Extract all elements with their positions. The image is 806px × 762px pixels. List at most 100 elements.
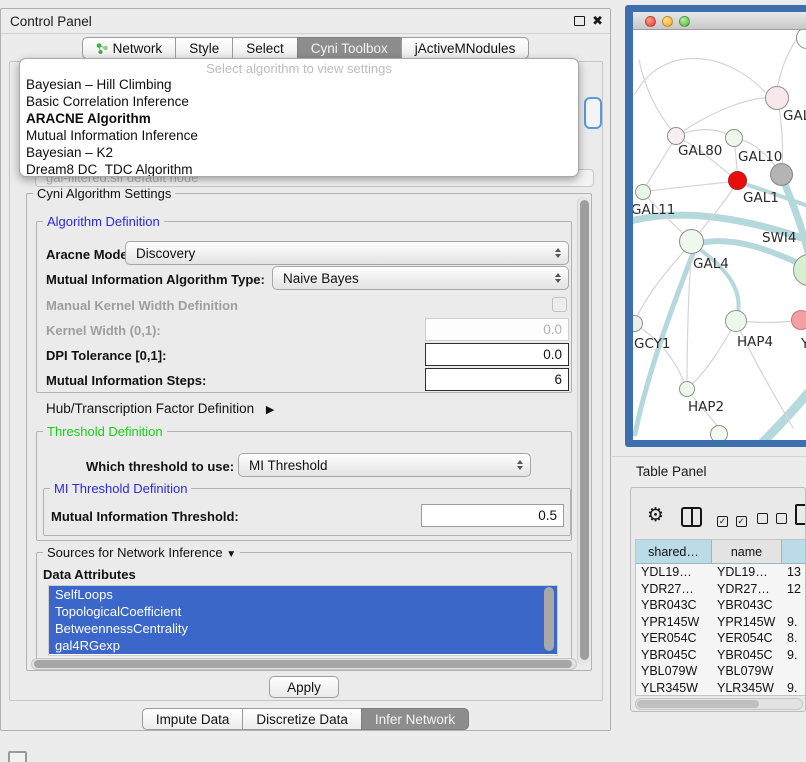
attribute-item-selected[interactable]: SelfLoops	[49, 586, 557, 603]
column-header-name[interactable]: name	[712, 540, 782, 564]
zoom-traffic-light[interactable]	[679, 16, 690, 27]
network-window-titlebar[interactable]	[633, 12, 806, 30]
node-hap4[interactable]	[725, 310, 747, 332]
cell: YDL19…	[712, 565, 782, 579]
node-gal1-selected[interactable]	[728, 171, 747, 190]
mi-steps-field[interactable]: 6	[425, 368, 569, 391]
table-row[interactable]: YBR045C YBR045C 9.	[636, 647, 806, 664]
tab-select[interactable]: Select	[232, 37, 298, 59]
close-icon[interactable]: ✖	[592, 13, 603, 29]
aracne-mode-select[interactable]: Discovery	[125, 241, 569, 265]
group-title: Threshold Definition	[43, 424, 167, 439]
node-gal4[interactable]	[679, 229, 704, 254]
sources-group-title[interactable]: Sources for Network Inference ▼	[43, 545, 240, 560]
unchecked-box-icon	[776, 513, 787, 524]
hub-definition-toggle[interactable]: Hub/Transcription Factor Definition ▶	[46, 401, 274, 416]
control-panel-window: Control Panel ✖ Network Style Select	[0, 8, 611, 731]
scrollbar-thumb[interactable]	[34, 660, 572, 668]
collapsed-arrow-icon: ▶	[266, 404, 274, 416]
checked-box-icon: ✓	[717, 516, 728, 527]
close-traffic-light[interactable]	[645, 16, 656, 27]
mi-threshold-field[interactable]: 0.5	[421, 504, 564, 527]
algorithm-option[interactable]: Mutual Information Inference	[20, 127, 578, 144]
algorithm-option[interactable]: Dream8 DC_TDC Algorithm	[20, 161, 578, 177]
tab-cyni-toolbox[interactable]: Cyni Toolbox	[297, 37, 402, 59]
node-gal10[interactable]	[725, 129, 743, 147]
clear-all-checkboxes-icon[interactable]	[757, 512, 787, 527]
apply-button[interactable]: Apply	[269, 676, 339, 698]
node-label-hap4: HAP4	[737, 334, 773, 350]
algorithm-option[interactable]: Basic Correlation Inference	[20, 93, 578, 110]
cell: YER054C	[636, 631, 712, 645]
which-threshold-select[interactable]: MI Threshold	[238, 453, 531, 477]
float-window-icon[interactable]	[574, 16, 585, 26]
cell: 9.	[782, 615, 806, 629]
tab-infer-network[interactable]: Infer Network	[361, 708, 469, 730]
cell: YBL079W	[712, 664, 782, 678]
algorithm-dropdown-placeholder: Select algorithm to view settings	[20, 61, 578, 76]
gear-icon[interactable]: ⚙	[647, 504, 664, 527]
control-panel-tabbar: Network Style Select Cyni Toolbox jActiv…	[1, 37, 610, 59]
kernel-width-field: 0.0	[425, 318, 569, 341]
tab-discretize-data[interactable]: Discretize Data	[242, 708, 362, 730]
cell: YPR145W	[712, 615, 782, 629]
node-unlabeled-bottom[interactable]	[710, 425, 728, 440]
cell: 9.	[782, 681, 806, 695]
algorithm-option[interactable]: Bayesian – K2	[20, 144, 578, 161]
table-row[interactable]: YLR345W YLR345W 9.	[636, 680, 806, 697]
unchecked-box-icon	[757, 513, 768, 524]
algorithm-option-selected[interactable]: ARACNE Algorithm	[20, 110, 578, 127]
scrollbar-thumb[interactable]	[580, 200, 589, 660]
table-row[interactable]: YBR043C YBR043C	[636, 597, 806, 614]
select-all-checkboxes-icon[interactable]: ✓ ✓	[717, 512, 747, 527]
node-label-gal: GAL	[783, 108, 806, 124]
column-layout-icon[interactable]	[681, 507, 702, 527]
mi-type-label: Mutual Information Algorithm Type:	[46, 272, 265, 287]
node-label-gal10: GAL10	[738, 149, 782, 165]
aracne-mode-label: Aracne Mode:	[46, 247, 132, 262]
column-header-shared[interactable]: shared…	[636, 540, 712, 564]
network-canvas[interactable]: GAL GAL80 GAL10 GAL1 GAL11 GAL4 SWI4 GCY…	[633, 30, 806, 440]
dpi-tolerance-field[interactable]: 0.0	[425, 343, 569, 366]
table-row[interactable]: YPR145W YPR145W 9.	[636, 614, 806, 631]
column-header-partial[interactable]	[782, 540, 806, 564]
minimize-traffic-light[interactable]	[662, 16, 673, 27]
tab-label: Network	[113, 41, 163, 56]
node-gal11[interactable]	[635, 184, 651, 200]
tab-impute-data[interactable]: Impute Data	[142, 708, 244, 730]
cell: YER054C	[712, 631, 782, 645]
settings-vertical-scrollbar[interactable]	[577, 197, 590, 665]
document-icon[interactable]	[795, 504, 806, 525]
kernel-width-value: 0.0	[543, 322, 562, 337]
mi-type-select[interactable]: Naive Bayes	[272, 266, 569, 290]
control-panel-title: Control Panel	[10, 14, 92, 29]
tab-network[interactable]: Network	[82, 37, 177, 59]
attribute-item-selected[interactable]: gal4RGexp	[49, 637, 557, 654]
table-row[interactable]: YDL19… YDL19… 13	[636, 564, 806, 581]
which-threshold-label: Which threshold to use:	[86, 459, 234, 474]
tab-style[interactable]: Style	[175, 37, 233, 59]
cyni-bottom-tabbar: Impute Data Discretize Data Infer Networ…	[1, 708, 610, 730]
attribute-item-selected[interactable]: BetweennessCentrality	[49, 620, 557, 637]
algorithm-option[interactable]: Bayesian – Hill Climbing	[20, 76, 578, 93]
docked-panel-icon[interactable]	[8, 751, 27, 762]
node-unlabeled-gray[interactable]	[770, 163, 793, 186]
table-row[interactable]: YDR27… YDR27… 12	[636, 581, 806, 598]
data-attributes-label: Data Attributes	[43, 567, 136, 582]
cell: YDR27…	[636, 582, 712, 596]
dpi-tolerance-label: DPI Tolerance [0,1]:	[46, 348, 166, 363]
node-salmon[interactable]	[791, 310, 806, 330]
node-label-gcy1: GCY1	[634, 336, 671, 352]
tab-jactivemnodules[interactable]: jActiveMNodules	[401, 37, 530, 59]
table-horizontal-scrollbar[interactable]	[635, 698, 803, 710]
settings-horizontal-scrollbar[interactable]	[31, 658, 577, 670]
attribute-item-selected[interactable]: TopologicalCoefficient	[49, 603, 557, 620]
table-row[interactable]: YBL079W YBL079W	[636, 663, 806, 680]
scrollbar-thumb[interactable]	[637, 700, 759, 708]
tab-label: Infer Network	[375, 712, 455, 727]
table-row[interactable]: YER054C YER054C 8.	[636, 630, 806, 647]
node-hap2[interactable]	[679, 381, 695, 397]
cell: 12	[782, 582, 806, 596]
attribute-list-scrollbar[interactable]	[544, 587, 554, 651]
node-gal-partial[interactable]	[765, 86, 789, 110]
